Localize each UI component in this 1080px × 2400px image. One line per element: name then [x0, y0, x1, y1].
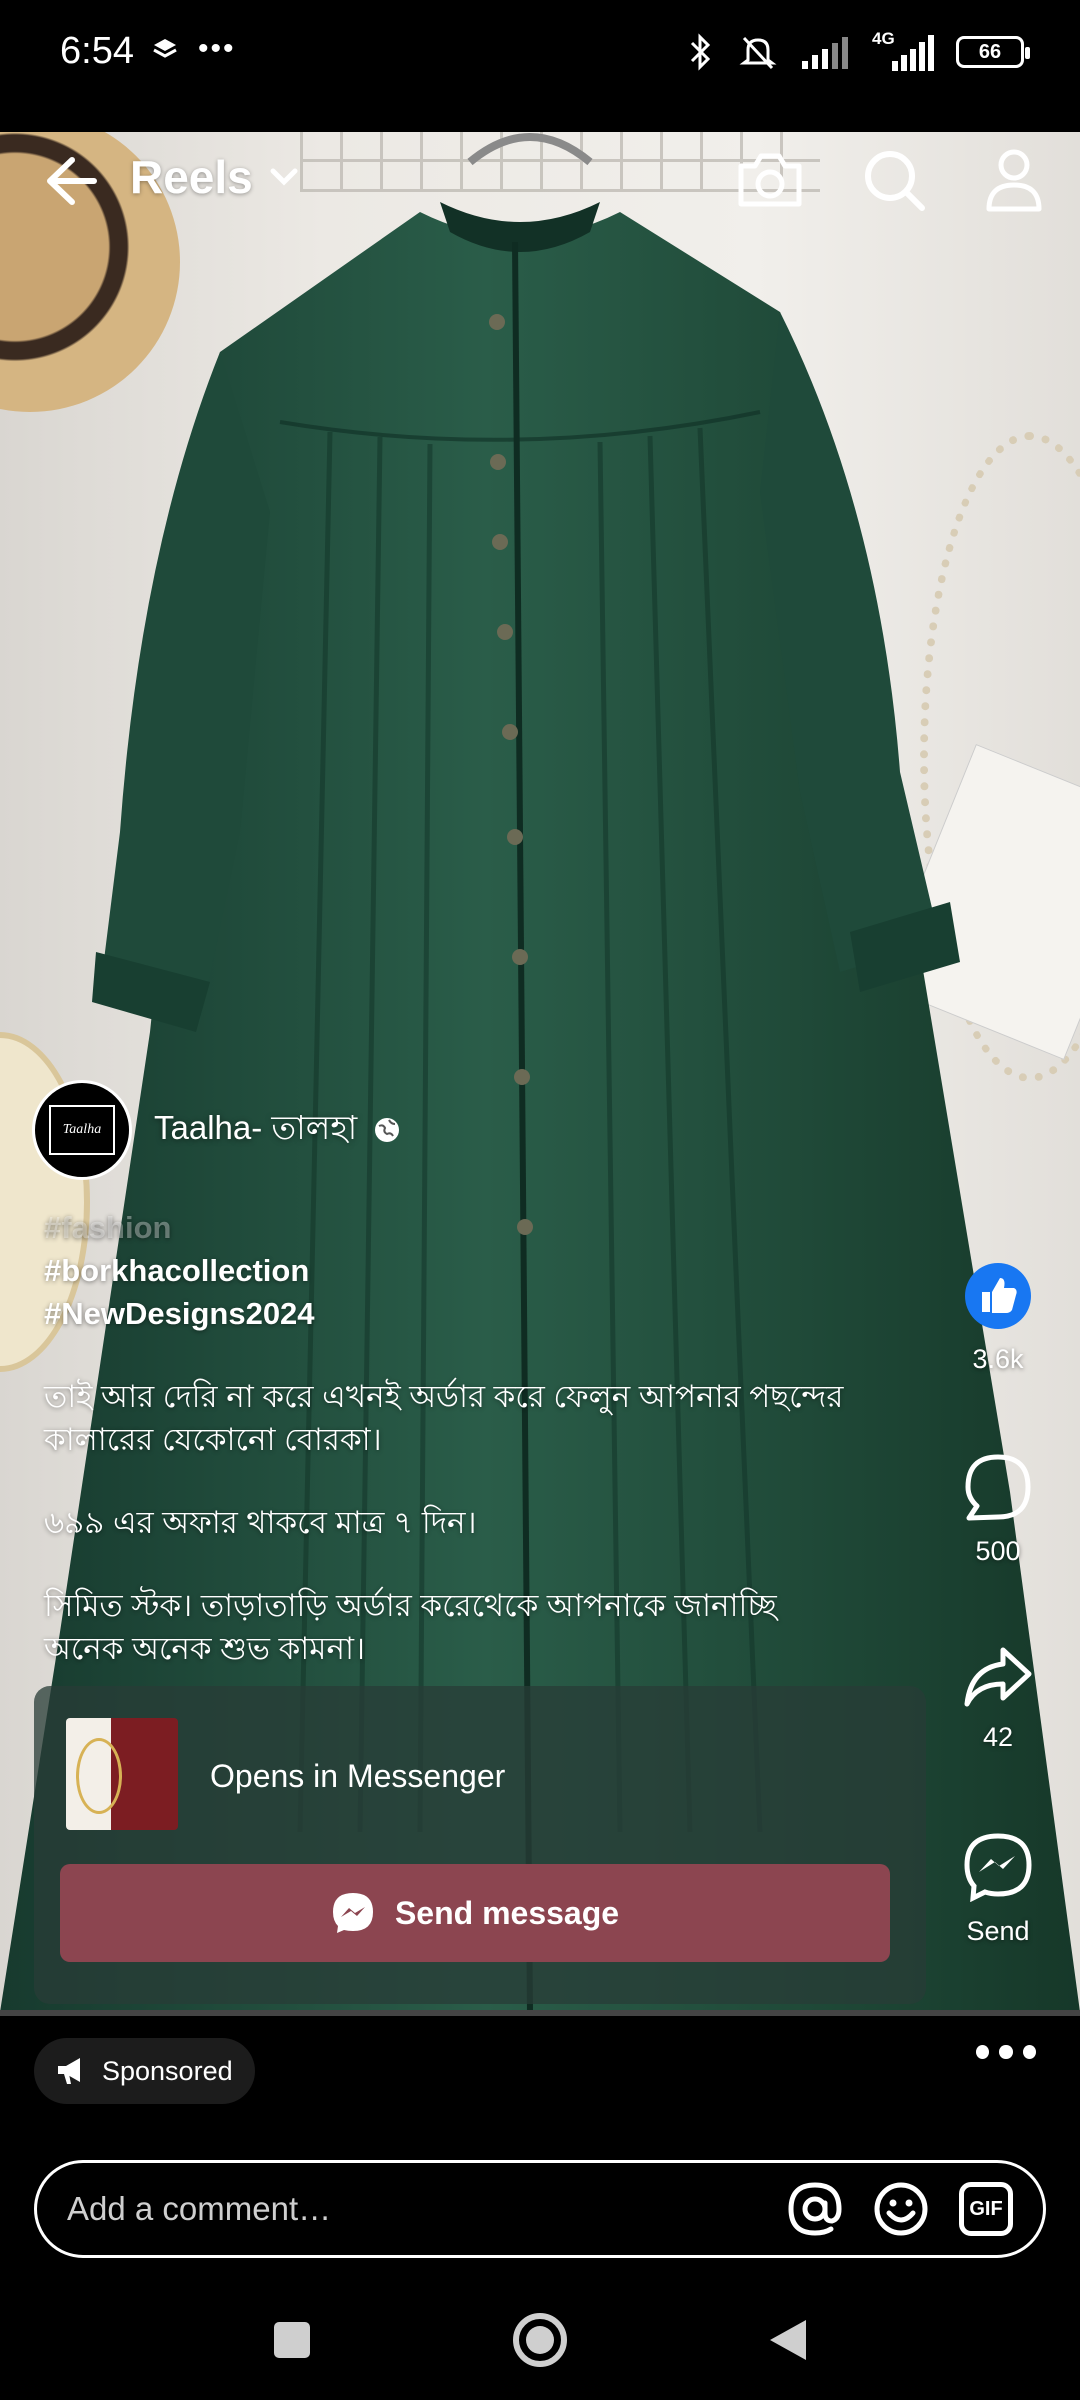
gif-icon[interactable]: GIF: [959, 2182, 1013, 2236]
product-thumbnail: [66, 1718, 178, 1830]
caption-paragraph: ৬৯৯ এর অফার থাকবে মাত্র ৭ দিন।: [44, 1505, 477, 1540]
hashtag[interactable]: #fashion: [44, 1206, 864, 1249]
mention-icon[interactable]: [787, 2181, 843, 2237]
recents-icon[interactable]: [272, 2320, 312, 2360]
more-dot: [1022, 2045, 1036, 2059]
more-options-button[interactable]: [976, 2040, 1036, 2064]
globe-icon: [375, 1118, 400, 1142]
send-label: Send: [966, 1916, 1030, 1946]
avatar-logo-text: Taalha: [62, 1122, 102, 1137]
send-message-label: Send message: [394, 1894, 620, 1931]
sponsored-label: Sponsored: [102, 2055, 233, 2086]
author-name-row: Taalha- তালহা: [154, 1102, 401, 1158]
status-right-icons: 4G 66: [686, 29, 1030, 72]
like-action[interactable]: 3.6k: [938, 1262, 1058, 1375]
comment-tools: GIF: [787, 2181, 1013, 2237]
profile-button[interactable]: [976, 142, 1052, 218]
signal-4g-icon: 4G: [872, 29, 934, 71]
gif-label: GIF: [969, 2197, 1003, 2220]
more-dot: [999, 2045, 1013, 2059]
hashtag[interactable]: #NewDesigns2024: [44, 1292, 864, 1335]
silent-bell-icon: [739, 36, 777, 70]
sponsored-badge[interactable]: Sponsored: [34, 2038, 255, 2104]
messenger-card[interactable]: Opens in Messenger Send message: [34, 1686, 926, 2004]
more-notifications-icon: •••: [198, 32, 236, 65]
author-name[interactable]: Taalha- তালহা: [154, 1102, 357, 1158]
status-left-icons: •••: [152, 32, 236, 65]
back-button[interactable]: [36, 148, 102, 214]
author-row[interactable]: Taalha Taalha- তালহা: [32, 1080, 401, 1180]
comment-input[interactable]: [67, 2190, 787, 2228]
battery-indicator: 66: [956, 36, 1030, 68]
back-nav-icon[interactable]: [768, 2318, 808, 2362]
comment-count: 500: [975, 1536, 1021, 1566]
share-action[interactable]: 42: [938, 1644, 1058, 1753]
opens-in-messenger: Opens in Messenger: [210, 1758, 506, 1794]
bluetooth-icon: [690, 33, 711, 71]
hashtag[interactable]: #borkhacollection: [44, 1249, 864, 1292]
search-button[interactable]: [856, 142, 932, 218]
comment-icon[interactable]: [963, 1452, 1033, 1522]
messenger-icon[interactable]: [963, 1832, 1033, 1902]
signal-icon: [802, 37, 848, 69]
avatar[interactable]: Taalha: [32, 1080, 132, 1180]
search-icon: [865, 151, 925, 211]
home-icon[interactable]: [512, 2312, 568, 2368]
reels-dropdown[interactable]: Reels: [130, 150, 299, 204]
top-bar: Reels: [0, 132, 1080, 232]
back-arrow-icon: [47, 157, 97, 205]
chevron-down-icon: [270, 168, 298, 186]
emoji-icon[interactable]: [873, 2181, 929, 2237]
messenger-icon: [332, 1893, 373, 1933]
camera-button[interactable]: [732, 142, 808, 218]
caption-paragraph: সিমিত স্টক। তাড়াতাড়ি অর্ডার করেথেকে আপ…: [44, 1588, 777, 1666]
megaphone-icon: [58, 2058, 80, 2084]
like-count: 3.6k: [972, 1344, 1024, 1374]
post-caption[interactable]: #fashion #borkhacollection #NewDesigns20…: [44, 1206, 864, 1670]
avatar-logo: Taalha: [49, 1105, 115, 1155]
comment-action[interactable]: 500: [938, 1452, 1058, 1567]
profile-icon: [986, 149, 1042, 212]
page-title: Reels: [130, 151, 253, 203]
more-dot: [976, 2045, 990, 2059]
status-time: 6:54: [60, 30, 134, 72]
like-icon[interactable]: [964, 1262, 1032, 1330]
status-bar: 6:54 ••• 4G 66: [0, 0, 1080, 132]
share-icon[interactable]: [963, 1644, 1033, 1708]
system-nav-bar: [0, 2280, 1080, 2400]
send-message-button[interactable]: Send message: [60, 1864, 890, 1962]
video-progress-bar[interactable]: [0, 2010, 1080, 2016]
camera-icon: [738, 153, 802, 207]
layers-icon: [153, 39, 177, 58]
send-action[interactable]: Send: [938, 1832, 1058, 1947]
caption-paragraph: তাই আর দেরি না করে এখনই অর্ডার করে ফেলুন…: [44, 1379, 844, 1457]
share-count: 42: [982, 1722, 1014, 1752]
comment-box[interactable]: GIF: [34, 2160, 1046, 2258]
